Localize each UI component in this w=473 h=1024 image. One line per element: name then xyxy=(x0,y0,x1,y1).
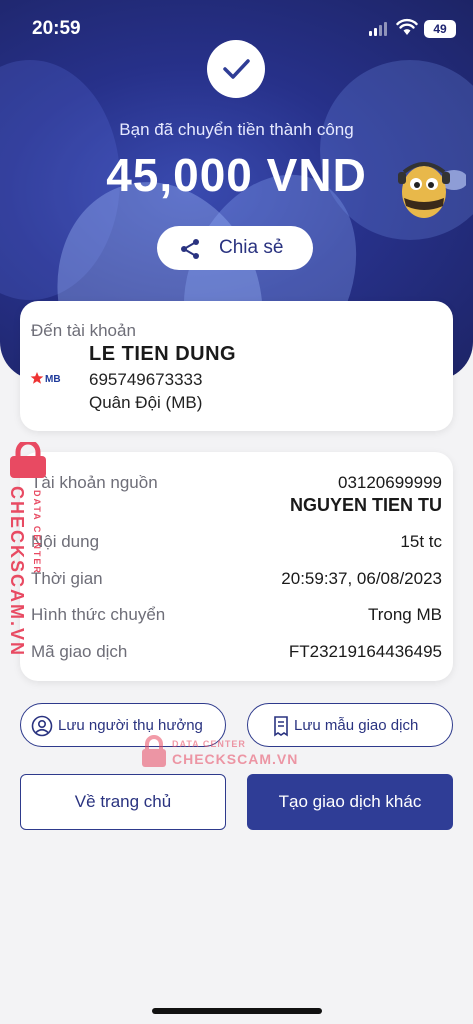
watermark-lock-icon xyxy=(10,442,46,478)
new-transaction-button[interactable]: Tạo giao dịch khác xyxy=(247,774,453,830)
battery-indicator: 49 xyxy=(424,20,456,38)
watermark-side: CHECKSCAM.VN DATA CENTER xyxy=(4,438,54,657)
content-value: 15t tc xyxy=(400,532,442,551)
svg-text:MB: MB xyxy=(45,374,61,385)
share-label: Chia sẻ xyxy=(219,237,284,258)
recipient-name: LE TIEN DUNG xyxy=(89,343,237,365)
home-indicator[interactable] xyxy=(152,1008,322,1014)
time-value: 20:59:37, 06/08/2023 xyxy=(281,569,442,588)
signal-icon xyxy=(369,22,389,36)
source-account-number: 03120699999 xyxy=(337,473,442,492)
watermark-center: DATA CENTER CHECKSCAM.VN xyxy=(140,735,300,775)
user-circle-icon xyxy=(31,715,53,737)
bee-mascot-icon xyxy=(398,162,466,218)
method-value: Trong MB xyxy=(367,605,442,624)
home-button[interactable]: Về trang chủ xyxy=(20,774,226,830)
save-beneficiary-label: Lưu người thụ hưởng xyxy=(58,717,203,734)
save-template-label: Lưu mẫu giao dịch xyxy=(294,717,419,734)
success-message: Bạn đã chuyển tiền thành công xyxy=(119,120,354,139)
watermark-brand: CHECKSCAM.VN xyxy=(7,486,27,658)
transaction-details-card: Tài khoản nguồn 03120699999 NGUYEN TIEN … xyxy=(20,452,453,681)
recipient-card: Đến tài khoản MB LE TIEN DUNG 6957496733… xyxy=(20,301,453,431)
mb-bank-logo: MB xyxy=(30,371,64,385)
share-button[interactable]: Chia sẻ xyxy=(157,226,313,270)
watermark-brand: CHECKSCAM.VN xyxy=(172,751,299,767)
to-account-label: Đến tài khoản xyxy=(31,321,136,340)
recipient-bank-name: Quân Đội (MB) xyxy=(89,393,203,412)
watermark-sub: DATA CENTER xyxy=(172,739,246,749)
recipient-account-number: 695749673333 xyxy=(89,370,203,389)
wifi-icon xyxy=(396,18,418,35)
source-account-name: NGUYEN TIEN TU xyxy=(289,495,442,515)
status-time: 20:59 xyxy=(32,18,81,39)
watermark-lock-icon xyxy=(142,735,166,767)
share-icon xyxy=(181,239,199,259)
transaction-code-value: FT23219164436495 xyxy=(288,642,442,661)
success-check-icon xyxy=(207,40,265,98)
watermark-sub: DATA CENTER xyxy=(32,490,42,575)
receipt-icon xyxy=(274,716,288,737)
